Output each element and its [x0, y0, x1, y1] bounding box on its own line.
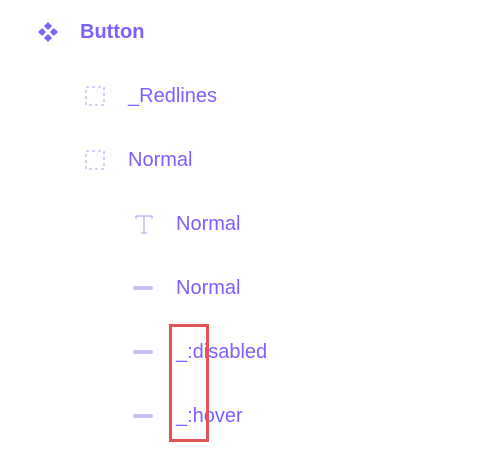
text-icon — [132, 212, 156, 236]
layer-label-button: Button — [80, 20, 145, 43]
line-icon — [132, 346, 154, 358]
line-icon — [132, 410, 154, 422]
layer-label-line-normal: Normal — [176, 276, 241, 299]
layer-label-text-normal: Normal — [176, 212, 241, 235]
frame-icon — [84, 149, 106, 171]
layer-label-redlines: _Redlines — [128, 84, 217, 107]
component-icon — [36, 20, 60, 44]
line-icon — [132, 282, 154, 294]
layer-label-disabled: _:disabled — [176, 340, 268, 363]
layer-label-normal-frame: Normal — [128, 148, 193, 171]
layer-label-hover: _:hover — [176, 404, 243, 427]
frame-icon — [84, 85, 106, 107]
